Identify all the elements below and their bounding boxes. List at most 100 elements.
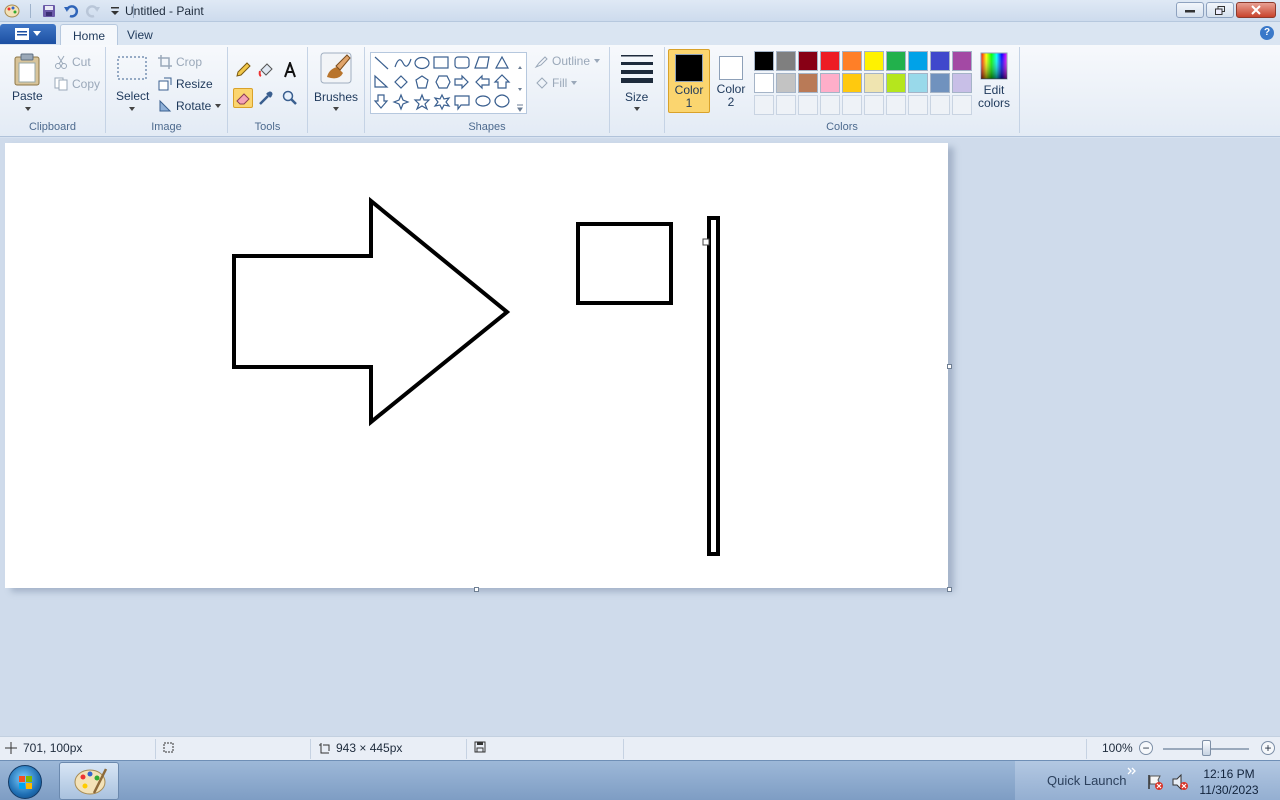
- paint-app-icon[interactable]: [4, 3, 20, 19]
- palette-empty-swatch[interactable]: [754, 95, 774, 115]
- shapes-group-label: Shapes: [468, 121, 506, 133]
- palette-swatch[interactable]: [864, 51, 884, 71]
- palette-swatch[interactable]: [754, 51, 774, 71]
- close-button[interactable]: [1236, 2, 1276, 18]
- magnifier-tool[interactable]: [280, 88, 300, 108]
- copy-icon: [54, 77, 68, 91]
- fill-button[interactable]: Fill: [534, 76, 578, 90]
- brushes-button[interactable]: Brushes: [312, 49, 360, 115]
- undo-icon[interactable]: [63, 3, 79, 19]
- chevron-down-icon: [129, 107, 135, 111]
- rectangle-shape-icon: [433, 56, 449, 69]
- start-button[interactable]: [8, 765, 42, 799]
- menu-icon: [15, 28, 29, 40]
- disk-icon: [474, 741, 486, 753]
- eraser-tool[interactable]: [233, 88, 253, 108]
- palette-swatch[interactable]: [776, 51, 796, 71]
- paint-menu-button[interactable]: [0, 24, 56, 44]
- text-tool[interactable]: [280, 60, 300, 80]
- restore-button[interactable]: [1206, 2, 1234, 18]
- status-bar: 701, 100px 943 × 445px 100% − +: [0, 736, 1280, 760]
- action-center-flag-icon[interactable]: [1146, 773, 1164, 791]
- palette-empty-swatch[interactable]: [820, 95, 840, 115]
- selection-size-icon: [163, 742, 174, 753]
- clock-time: 12:16 PM: [1203, 767, 1255, 781]
- color-picker-tool[interactable]: [256, 88, 276, 108]
- magnifier-icon: [282, 90, 297, 105]
- file-size: [474, 741, 486, 753]
- palette-swatch[interactable]: [930, 51, 950, 71]
- outline-button[interactable]: Outline: [534, 54, 601, 68]
- paste-button[interactable]: Paste: [8, 51, 48, 113]
- pencil-tool[interactable]: [233, 60, 253, 80]
- palette-swatch[interactable]: [798, 51, 818, 71]
- chevron-double-right-icon[interactable]: [1127, 767, 1137, 777]
- palette-swatch[interactable]: [952, 73, 972, 93]
- copy-button[interactable]: Copy: [54, 77, 100, 91]
- color-1-swatch: [675, 54, 703, 82]
- shapes-gallery[interactable]: [370, 52, 527, 114]
- palette-swatch[interactable]: [864, 73, 884, 93]
- palette-swatch[interactable]: [952, 51, 972, 71]
- palette-swatch[interactable]: [776, 73, 796, 93]
- color-2-button[interactable]: Color 2: [710, 49, 752, 113]
- palette-empty-swatch[interactable]: [842, 95, 862, 115]
- drawing-canvas[interactable]: [5, 143, 948, 588]
- palette-empty-swatch[interactable]: [952, 95, 972, 115]
- right-arrow-shape-icon: [454, 74, 469, 90]
- canvas-resize-handle-bottom[interactable]: [474, 587, 479, 592]
- palette-swatch[interactable]: [820, 73, 840, 93]
- help-icon[interactable]: ?: [1260, 26, 1274, 40]
- palette-swatch[interactable]: [930, 73, 950, 93]
- zoom-slider-thumb[interactable]: [1202, 740, 1211, 756]
- canvas-workspace[interactable]: [0, 138, 1280, 736]
- rotate-button[interactable]: Rotate: [158, 99, 222, 113]
- crop-label: Crop: [176, 55, 203, 69]
- select-button[interactable]: Select: [112, 51, 152, 113]
- taskbar-paint-button[interactable]: [59, 762, 119, 800]
- color-1-button[interactable]: Color 1: [668, 49, 710, 113]
- palette-empty-swatch[interactable]: [798, 95, 818, 115]
- size-label: Size: [625, 90, 649, 104]
- speaker-muted-icon[interactable]: [1171, 773, 1189, 791]
- palette-empty-swatch[interactable]: [886, 95, 906, 115]
- palette-swatch[interactable]: [886, 51, 906, 71]
- palette-swatch[interactable]: [754, 73, 774, 93]
- palette-swatch[interactable]: [820, 51, 840, 71]
- color-1-label: Color 1: [674, 83, 704, 110]
- palette-swatch[interactable]: [842, 51, 862, 71]
- cursor-position: 701, 100px: [5, 741, 82, 755]
- redo-icon[interactable]: [85, 3, 101, 19]
- palette-empty-swatch[interactable]: [908, 95, 928, 115]
- edit-colors-button[interactable]: Edit colors: [974, 49, 1014, 115]
- quick-launch-label[interactable]: Quick Launch: [1047, 773, 1127, 788]
- cut-button[interactable]: Cut: [54, 55, 91, 69]
- palette-swatch[interactable]: [908, 51, 928, 71]
- tab-home[interactable]: Home: [60, 24, 119, 45]
- canvas-resize-handle-right[interactable]: [947, 364, 952, 369]
- palette-swatch[interactable]: [798, 73, 818, 93]
- palette-empty-swatch[interactable]: [776, 95, 796, 115]
- canvas-resize-handle-corner[interactable]: [947, 587, 952, 592]
- palette-swatch[interactable]: [886, 73, 906, 93]
- customize-qat-icon[interactable]: [107, 3, 123, 19]
- size-button[interactable]: Size: [616, 49, 658, 115]
- fill-tool[interactable]: [256, 60, 276, 80]
- palette-swatch[interactable]: [842, 73, 862, 93]
- taskbar-clock[interactable]: 12:16 PM 11/30/2023: [1196, 766, 1262, 798]
- zoom-in-button[interactable]: +: [1261, 741, 1275, 755]
- cursor-position-icon: [5, 742, 17, 754]
- save-icon[interactable]: [41, 3, 57, 19]
- palette-empty-swatch[interactable]: [864, 95, 884, 115]
- text-icon: [284, 62, 296, 78]
- shapes-gallery-icons: [373, 55, 523, 112]
- palette-empty-swatch[interactable]: [930, 95, 950, 115]
- resize-button[interactable]: Resize: [158, 77, 213, 91]
- qat-divider: [30, 4, 31, 18]
- status-divider: [623, 739, 624, 759]
- palette-swatch[interactable]: [908, 73, 928, 93]
- crop-button[interactable]: Crop: [158, 55, 202, 69]
- zoom-out-button[interactable]: −: [1139, 741, 1153, 755]
- minimize-button[interactable]: [1176, 2, 1204, 18]
- tab-view[interactable]: View: [115, 24, 165, 45]
